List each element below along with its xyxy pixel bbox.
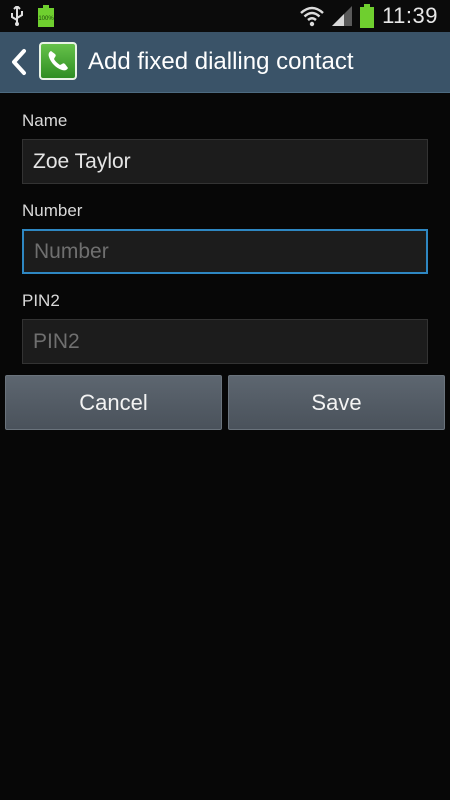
status-bar: 100% 11:39 — [0, 0, 450, 32]
save-button[interactable]: Save — [228, 375, 445, 430]
phone-handset-icon — [48, 51, 68, 71]
number-field[interactable] — [22, 229, 428, 274]
name-label: Name — [22, 111, 68, 130]
action-bar: Add fixed dialling contact — [0, 32, 450, 93]
battery-full-icon: 100% — [38, 5, 54, 27]
save-button-label: Save — [311, 389, 362, 415]
pin2-field[interactable] — [22, 319, 428, 364]
name-field[interactable] — [22, 139, 428, 184]
cancel-button-label: Cancel — [79, 389, 148, 415]
battery-icon — [360, 4, 375, 28]
signal-icon — [332, 6, 353, 26]
usb-icon — [11, 6, 23, 26]
cancel-button[interactable]: Cancel — [5, 375, 222, 430]
wifi-icon — [300, 6, 324, 27]
phone-app-icon[interactable] — [39, 42, 77, 80]
pin2-label: PIN2 — [22, 291, 60, 310]
battery-percent-label: 100% — [38, 16, 54, 22]
number-label: Number — [22, 201, 83, 220]
status-time: 11:39 — [382, 3, 438, 28]
page-title: Add fixed dialling contact — [88, 48, 354, 75]
back-arrow-icon[interactable] — [6, 47, 32, 77]
